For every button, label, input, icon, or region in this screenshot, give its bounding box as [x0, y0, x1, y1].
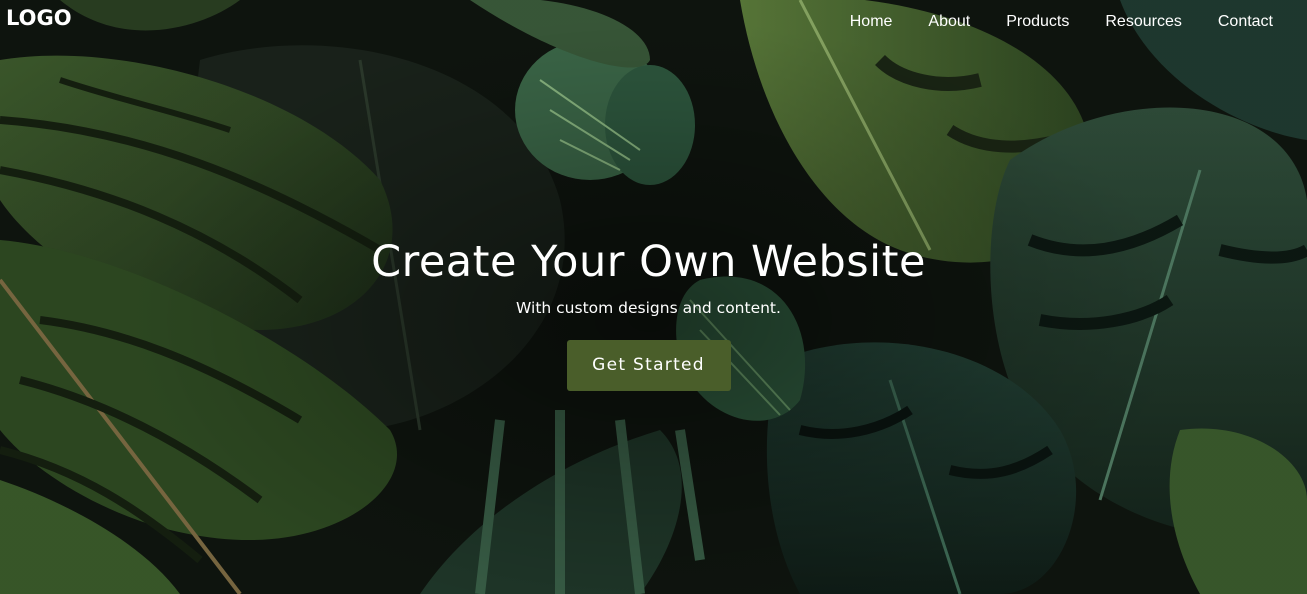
nav-item-contact[interactable]: Contact [1218, 10, 1273, 34]
hero-content: Create Your Own Website With custom desi… [0, 232, 1297, 391]
nav-item-resources[interactable]: Resources [1105, 10, 1181, 34]
nav-item-about[interactable]: About [928, 10, 970, 34]
site-logo[interactable]: LOGO [6, 4, 72, 32]
nav-item-products[interactable]: Products [1006, 10, 1069, 34]
get-started-button[interactable]: Get Started [566, 340, 731, 391]
hero-title: Create Your Own Website [371, 237, 926, 287]
main-nav: Home About Products Resources Contact [850, 10, 1273, 34]
nav-item-home[interactable]: Home [850, 10, 893, 34]
hero-section: LOGO Home About Products Resources Conta… [0, 0, 1307, 594]
hero-subtitle: With custom designs and content. [516, 299, 781, 317]
